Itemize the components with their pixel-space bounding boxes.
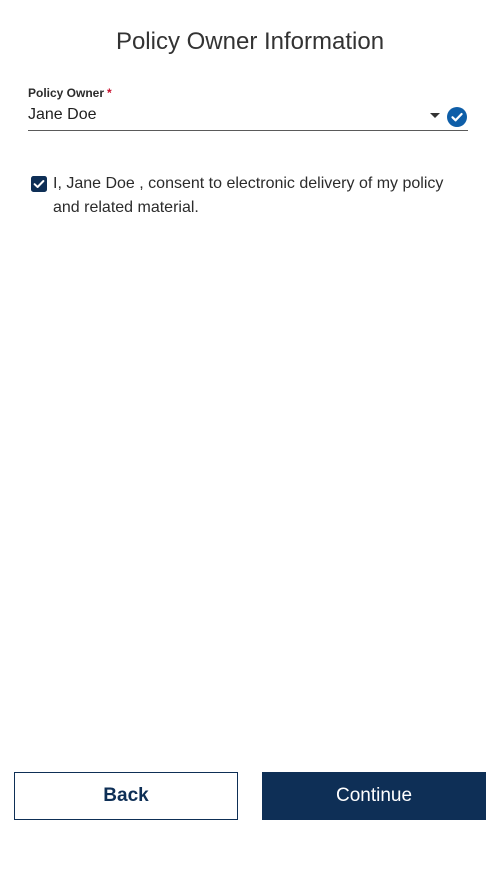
consent-checkbox[interactable]: [31, 176, 47, 192]
consent-text: I, Jane Doe , consent to electronic deli…: [53, 175, 444, 216]
continue-button[interactable]: Continue: [262, 772, 486, 820]
policy-owner-field: Policy Owner * Jane Doe: [28, 86, 468, 131]
policy-owner-select[interactable]: Jane Doe: [28, 100, 468, 131]
policy-owner-label-text: Policy Owner: [28, 86, 105, 100]
required-indicator: *: [107, 86, 112, 100]
caret-down-icon[interactable]: [430, 113, 440, 118]
check-circle-icon: [447, 107, 467, 127]
policy-owner-label: Policy Owner *: [28, 86, 468, 100]
back-button[interactable]: Back: [14, 772, 238, 820]
policy-owner-page: Policy Owner Information Policy Owner * J…: [0, 0, 500, 890]
page-title: Policy Owner Information: [115, 28, 385, 55]
policy-owner-selected-value: Jane Doe: [28, 106, 97, 123]
